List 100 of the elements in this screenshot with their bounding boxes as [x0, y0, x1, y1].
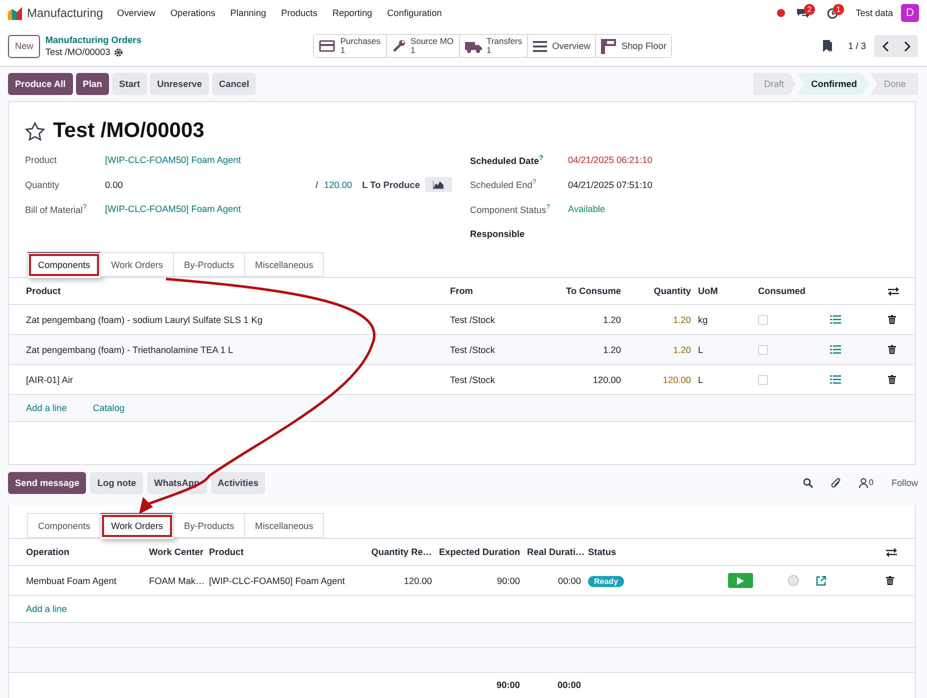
trash-icon[interactable] — [888, 345, 896, 354]
chatter-button[interactable]: Log note — [90, 472, 144, 494]
column-header[interactable]: To Consume — [537, 278, 627, 304]
target-quantity[interactable]: 120.00 — [324, 180, 352, 190]
add-line-link[interactable]: Catalog — [92, 403, 125, 413]
menu-item[interactable]: Planning — [230, 8, 266, 18]
detail-list-icon[interactable] — [830, 345, 841, 354]
menu-item[interactable]: Overview — [117, 8, 156, 18]
separator-text: / — [315, 180, 318, 190]
column-header[interactable]: Expected Duration — [438, 538, 526, 566]
menu-item[interactable]: Reporting — [332, 8, 372, 18]
unit-label: L To Produce — [362, 180, 420, 190]
app-logo-icon[interactable] — [8, 6, 22, 20]
table-cell: kg — [697, 304, 757, 334]
clock-icon[interactable] — [826, 8, 838, 18]
search-icon[interactable] — [802, 478, 813, 488]
table-cell: [WIP-CLC-FOAM50] Foam Agent — [208, 566, 358, 596]
tab[interactable]: Components — [27, 513, 102, 538]
start-button[interactable] — [728, 573, 753, 588]
gear-icon[interactable] — [114, 48, 124, 56]
action-button[interactable]: Start — [112, 73, 148, 95]
smart-button[interactable]: Purchases 1 — [314, 35, 387, 57]
action-button[interactable]: Produce All — [8, 73, 73, 95]
play-icon — [737, 576, 744, 584]
tab[interactable]: Work Orders — [100, 513, 174, 539]
tab[interactable]: By-Products — [173, 513, 246, 538]
chevron-left-icon — [882, 40, 888, 52]
trash-icon[interactable] — [888, 375, 896, 384]
user-avatar[interactable]: D — [901, 4, 919, 22]
bookmark-icon[interactable] — [823, 40, 832, 52]
menu-item[interactable]: Products — [281, 8, 318, 18]
external-link-icon[interactable] — [816, 576, 826, 586]
pager-value[interactable]: 1 / 3 — [848, 41, 866, 51]
record-title: Test /MO/00003 — [53, 119, 204, 143]
column-header[interactable]: From — [449, 278, 537, 304]
person-icon[interactable] — [858, 478, 868, 488]
forecast-button[interactable] — [425, 177, 452, 192]
column-header[interactable]: Consumed — [757, 278, 829, 304]
menu-item[interactable]: Configuration — [387, 8, 442, 18]
column-settings-icon[interactable] — [888, 286, 899, 296]
quantity-value[interactable]: 0.00 — [105, 180, 123, 190]
detail-list-icon[interactable] — [830, 375, 841, 384]
credit-card-icon — [319, 40, 336, 52]
column-header[interactable]: Product — [208, 538, 358, 566]
app-name[interactable]: Manufacturing — [27, 6, 104, 20]
breadcrumb-link[interactable]: Manufacturing Orders — [45, 34, 142, 46]
trash-icon[interactable] — [886, 576, 894, 585]
table-cell: Zat pengembang (foam) - Triethanolamine TEA 1 L — [9, 334, 449, 364]
column-header[interactable]: Quantity Re… — [358, 538, 438, 566]
add-line-link[interactable]: Add a line — [26, 604, 67, 614]
chart-icon — [433, 180, 444, 189]
action-button[interactable]: Plan — [76, 73, 110, 95]
list-icon — [533, 40, 548, 52]
table-cell: L — [697, 364, 757, 394]
product-link[interactable]: [WIP-CLC-FOAM50] Foam Agent — [105, 155, 241, 166]
detail-list-icon[interactable] — [830, 315, 841, 324]
new-button[interactable]: New — [8, 34, 40, 58]
action-button[interactable]: Unreserve — [150, 73, 210, 95]
column-settings-icon[interactable] — [886, 548, 897, 556]
status-badge: Ready — [588, 576, 624, 586]
tab[interactable]: Miscellaneous — [244, 252, 324, 277]
tab[interactable]: Miscellaneous — [244, 513, 324, 538]
table-cell: 1.20 — [537, 304, 627, 334]
table-cell: 120.00 — [358, 566, 438, 596]
column-header[interactable]: Work Center — [148, 538, 208, 566]
paperclip-icon[interactable] — [830, 478, 841, 488]
column-header[interactable]: Real Durati… — [526, 538, 587, 566]
chatter-button[interactable]: Activities — [210, 472, 266, 494]
table-cell: 120.00 — [537, 364, 627, 394]
bom-link[interactable]: [WIP-CLC-FOAM50] Foam Agent — [105, 204, 241, 214]
action-button[interactable]: Cancel — [212, 73, 256, 95]
menu-item[interactable]: Operations — [170, 8, 216, 18]
follow-button[interactable]: Follow — [891, 478, 918, 488]
shop-floor-icon — [601, 38, 616, 54]
field-label: Quantity — [25, 180, 60, 190]
tab[interactable]: Components — [27, 252, 102, 278]
star-icon[interactable] — [25, 122, 45, 140]
column-header[interactable]: Product — [9, 278, 449, 304]
field-label: Scheduled End$^{?}$ — [470, 179, 538, 190]
table-cell: FOAM Mak… — [148, 566, 208, 596]
tab[interactable]: By-Products — [173, 252, 246, 277]
message-count-badge: 2 — [804, 4, 815, 14]
chevron-right-icon — [904, 40, 910, 52]
table-cell: Test /Stock — [449, 334, 537, 364]
consumed-checkbox[interactable] — [758, 344, 768, 354]
tab[interactable]: Work Orders — [100, 252, 174, 277]
column-header[interactable]: Status — [587, 538, 727, 566]
consumed-checkbox[interactable] — [758, 314, 768, 324]
truck-icon — [464, 40, 482, 52]
chatter-button[interactable]: Send message — [8, 472, 86, 494]
column-header[interactable]: Operation — [9, 538, 148, 566]
table-cell: [AIR-01] Air — [9, 364, 449, 394]
column-header[interactable]: Quantity — [627, 278, 697, 304]
trash-icon[interactable] — [888, 315, 896, 324]
column-header[interactable]: UoM — [697, 278, 757, 304]
add-line-link[interactable]: Add a line — [26, 403, 67, 413]
consumed-checkbox[interactable] — [758, 374, 768, 384]
status-step[interactable]: Confirmed — [797, 73, 870, 95]
user-name[interactable]: Test data — [856, 8, 893, 18]
field-label: Product — [25, 155, 58, 166]
